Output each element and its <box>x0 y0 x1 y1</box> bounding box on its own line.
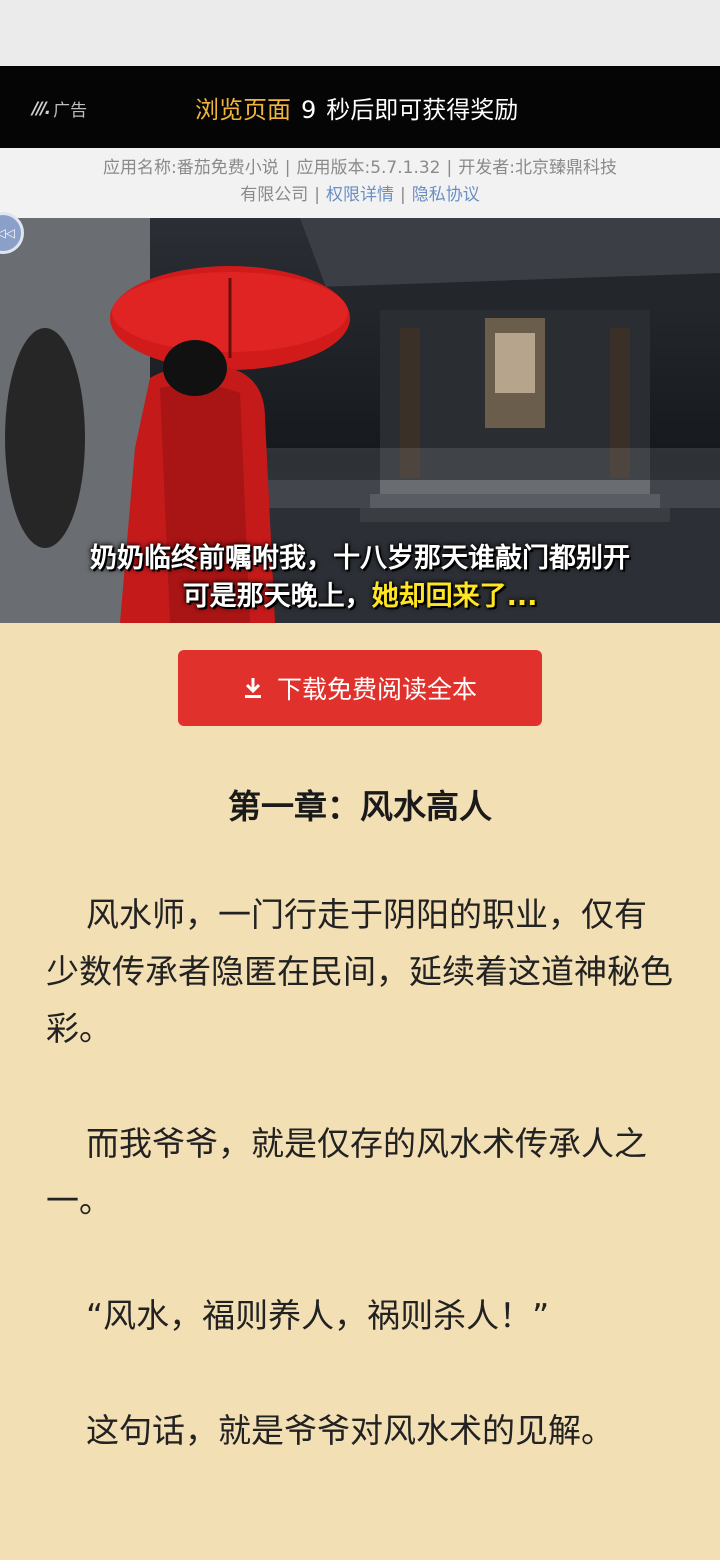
app-developer-cont: 有限公司 <box>240 185 309 205</box>
paragraph: “风水，福则养人，祸则杀人！” <box>86 1296 550 1335</box>
banner-caption-line2: 可是那天晚上，她却回来了... <box>0 574 720 613</box>
app-info-panel: 应用名称:番茄免费小说 | 应用版本:5.7.1.32 | 开发者:北京臻鼎科技 有限公… <box>0 148 720 218</box>
countdown-seconds: 9 <box>301 96 317 124</box>
privacy-link[interactable]: 隐私协议 <box>412 185 480 205</box>
countdown-suffix: 秒后即可获得奖励 <box>326 96 519 124</box>
status-bar <box>0 0 720 66</box>
ad-countdown-bar: ///. 广告 浏览页面 9 秒后即可获得奖励 <box>0 66 720 148</box>
app-developer: 开发者:北京臻鼎科技 <box>458 158 617 178</box>
ad-banner-image[interactable]: 奶奶临终前嘱咐我，十八岁那天谁敲门都别开 可是那天晚上，她却回来了... <box>0 218 720 623</box>
reward-countdown: 浏览页面 9 秒后即可获得奖励 <box>195 90 518 125</box>
ad-badge-label: 广告 <box>53 101 88 121</box>
banner-caption-white: 可是那天晚上， <box>182 581 372 612</box>
chapter-content: 风水师，一门行走于阴阳的职业，仅有少数传承者隐匿在民间，延续着这道神秘色彩。 而… <box>46 886 674 1517</box>
paragraph: 这句话，就是爷爷对风水术的见解。 <box>86 1411 614 1450</box>
app-version: 应用版本:5.7.1.32 <box>296 158 441 178</box>
download-read-full-button[interactable]: 下载免费阅读全本 <box>178 650 542 726</box>
download-icon <box>244 678 261 698</box>
paragraph: 风水师，一门行走于阴阳的职业，仅有少数传承者隐匿在民间，延续着这道神秘色彩。 <box>46 895 673 1048</box>
permissions-link[interactable]: 权限详情 <box>326 185 394 205</box>
ad-badge: ///. 广告 <box>32 96 88 122</box>
paragraph: 而我爷爷，就是仅存的风水术传承人之一。 <box>46 1124 647 1220</box>
countdown-prefix: 浏览页面 <box>195 96 291 124</box>
download-button-label: 下载免费阅读全本 <box>276 675 477 704</box>
banner-caption-yellow: 她却回来了... <box>371 581 538 612</box>
ad-logo-icon: ///. <box>32 98 51 119</box>
assistant-icon: ◁◁ <box>0 226 15 240</box>
chapter-title: 第一章：风水高人 <box>228 787 492 826</box>
app-name: 应用名称:番茄免费小说 <box>103 158 279 178</box>
banner-caption-line1: 奶奶临终前嘱咐我，十八岁那天谁敲门都别开 <box>90 543 630 574</box>
